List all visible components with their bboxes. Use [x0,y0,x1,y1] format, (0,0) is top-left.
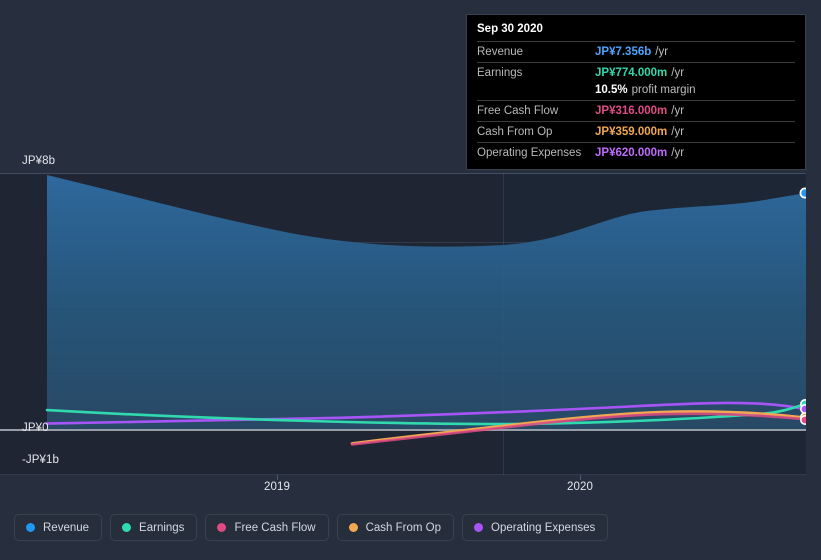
y-axis-label-top: JP¥8b [22,155,56,167]
tooltip-row-earnings: Earnings JP¥774.000m /yr [477,62,795,83]
tooltip-row-profit-margin: 10.5% profit margin [477,83,795,100]
x-axis-label-2019: 2019 [264,481,290,493]
chart-root: JP¥8b JP¥0 -JP¥1b 2019 2020 Sep 30 2020 … [0,0,821,560]
y-axis-label-zero: JP¥0 [22,422,49,434]
legend-label-operating-expenses: Operating Expenses [491,521,596,534]
series-svg [45,175,806,446]
legend-item-free-cash-flow[interactable]: Free Cash Flow [205,514,329,541]
tooltip-value-free-cash-flow: JP¥316.000m [595,105,668,117]
data-tooltip: Sep 30 2020 Revenue JP¥7.356b /yr Earnin… [466,14,806,170]
legend-dot-cash-from-op-icon [348,523,358,532]
revenue-area [47,175,806,429]
legend-label-free-cash-flow: Free Cash Flow [234,521,316,534]
tooltip-suffix-profit-margin: profit margin [631,84,696,96]
plot-area [0,173,806,475]
tooltip-label-free-cash-flow: Free Cash Flow [477,105,559,117]
tooltip-label-revenue: Revenue [477,46,524,58]
chart-legend: Revenue Earnings Free Cash Flow Cash Fro… [14,514,609,541]
tooltip-value-profit-margin: 10.5% [595,84,628,96]
tooltip-date: Sep 30 2020 [477,23,543,35]
tooltip-suffix-free-cash-flow: /yr [671,105,685,117]
tooltip-label-operating-expenses: Operating Expenses [477,147,582,159]
revenue-endpoint-marker [799,187,806,199]
legend-label-revenue: Revenue [43,521,90,534]
tooltip-suffix-cash-from-op: /yr [671,126,685,138]
legend-label-earnings: Earnings [139,521,185,534]
tooltip-label-earnings: Earnings [477,67,523,79]
tooltip-value-earnings: JP¥774.000m [595,67,668,79]
tooltip-value-cash-from-op: JP¥359.000m [595,126,668,138]
tooltip-label-cash-from-op: Cash From Op [477,126,553,138]
tooltip-value-revenue: JP¥7.356b [595,46,652,58]
tooltip-suffix-revenue: /yr [655,46,669,58]
x-axis-label-2020: 2020 [567,481,593,493]
tooltip-suffix-earnings: /yr [671,67,685,79]
tooltip-row-free-cash-flow: Free Cash Flow JP¥316.000m /yr [477,100,795,121]
legend-dot-operating-expenses-icon [474,523,484,532]
tooltip-row-cash-from-op: Cash From Op JP¥359.000m /yr [477,121,795,142]
free-cash-flow-endpoint-marker [800,415,806,425]
legend-item-revenue[interactable]: Revenue [14,514,103,541]
x-axis-tick-2019 [277,475,278,480]
legend-item-operating-expenses[interactable]: Operating Expenses [462,514,609,541]
legend-dot-free-cash-flow-icon [217,523,227,532]
tooltip-row-revenue: Revenue JP¥7.356b /yr [477,41,795,62]
y-axis-label-bottom: -JP¥1b [22,454,60,466]
tooltip-value-operating-expenses: JP¥620.000m [595,147,668,159]
legend-dot-earnings-icon [122,523,132,532]
legend-label-cash-from-op: Cash From Op [365,521,442,534]
legend-item-cash-from-op[interactable]: Cash From Op [336,514,455,541]
operating-expenses-endpoint-marker [800,404,806,414]
legend-item-earnings[interactable]: Earnings [110,514,198,541]
legend-dot-revenue-icon [26,523,35,532]
tooltip-row-operating-expenses: Operating Expenses JP¥620.000m /yr [477,142,795,163]
tooltip-suffix-operating-expenses: /yr [671,147,685,159]
x-axis-tick-2020 [580,475,581,480]
